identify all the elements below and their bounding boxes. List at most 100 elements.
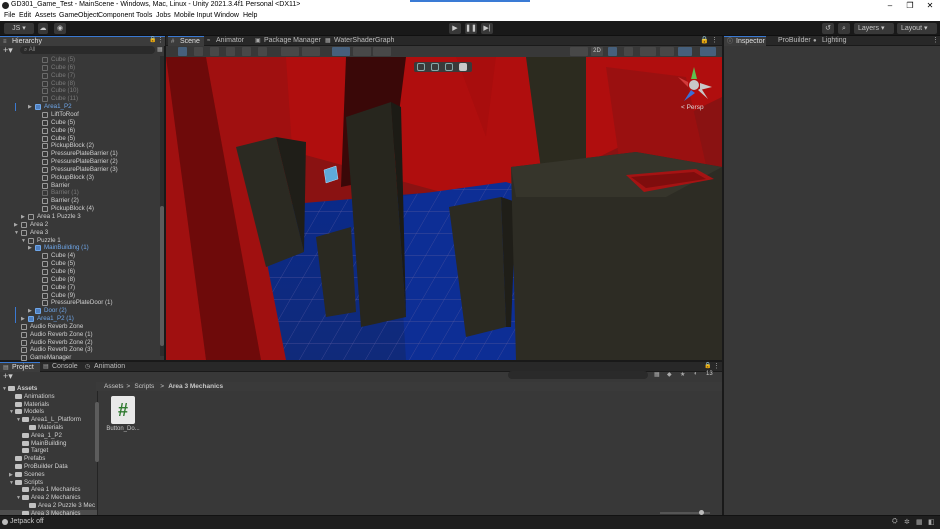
hierarchy-row[interactable]: Barrier [0,182,160,190]
menu-gameobject[interactable]: GameObject [59,12,98,19]
hierarchy-row[interactable]: Cube (7) [0,284,160,292]
project-folder-row[interactable]: Materials [0,401,97,409]
hierarchy-row[interactable]: ▼ Area 3 [0,229,160,237]
breadcrumb-item[interactable]: Assets [104,382,124,391]
hierarchy-scrollbar[interactable] [160,56,164,356]
collab-icon[interactable]: ◉ [54,23,66,34]
toggle-2d-button[interactable]: 2D [591,47,603,56]
project-folder-row[interactable]: ▶ Scenes [0,471,97,479]
gizmos-dropdown[interactable] [700,47,716,56]
hierarchy-row[interactable]: ▶ Area1_P2 [0,103,160,112]
hierarchy-row[interactable]: Audio Reverb Zone (1) [0,331,160,339]
hierarchy-row[interactable]: PressurePlateBarrier (3) [0,166,160,174]
search-by-label-icon[interactable]: ◆ [667,371,672,378]
favorites-icon[interactable]: ★ [680,371,685,378]
rect-tool-icon[interactable] [242,47,251,56]
expand-arrow-icon[interactable]: ▶ [21,315,25,323]
draw-mode-dropdown[interactable] [570,47,588,56]
tab-inspector-2[interactable]: ● Lighting [810,36,860,46]
global-dropdown[interactable] [302,47,320,56]
breadcrumb-item[interactable]: Scripts [134,382,154,391]
status-message[interactable]: Jetpack off [10,518,44,525]
move-tool-icon[interactable] [194,47,203,56]
folder-expand-arrow-icon[interactable]: ▶ [9,471,13,479]
asset-item[interactable]: # Button_Do... [106,396,140,432]
folder-expand-arrow-icon[interactable]: ▼ [2,385,7,393]
hierarchy-row[interactable]: PickupBlock (3) [0,174,160,182]
hidden-packages-icon[interactable]: ◐ [694,371,698,377]
transform-tool-icon[interactable] [258,47,267,56]
project-folder-row[interactable]: ▼ Models [0,408,97,416]
project-folder-row[interactable]: Area 2 Puzzle 3 Mec [0,502,97,510]
folder-expand-arrow-icon[interactable]: ▼ [16,494,21,502]
project-folder-row[interactable]: ▼ Area1_L_Platform [0,416,97,424]
overlay-tool-4-icon[interactable] [459,63,467,71]
search-icon[interactable]: ⌕ [838,23,850,34]
expand-arrow-icon[interactable]: ▶ [21,213,25,221]
menu-file[interactable]: File [4,12,15,19]
search-by-type-icon[interactable]: ▦ [654,371,660,378]
progress-icon[interactable]: ⛭ [892,518,898,526]
menu-assets[interactable]: Assets [35,12,56,19]
audio-toggle-icon[interactable] [624,47,633,56]
menu-jobs[interactable]: Jobs [156,12,171,19]
expand-arrow-icon[interactable]: ▶ [28,244,32,252]
project-kebab-icon[interactable]: ⋮ [713,362,720,370]
close-button[interactable]: ✕ [920,0,940,11]
minimize-button[interactable]: – [880,0,900,11]
tab-inspector-0[interactable]: ⓘ Inspector [724,36,766,46]
kebab-menu-icon[interactable]: ⋮ [157,36,164,44]
account-dropdown[interactable]: JS ▾ [4,23,34,34]
breadcrumb-item[interactable]: Area 3 Mechanics [168,382,223,391]
hierarchy-row[interactable]: Cube (10) [0,87,160,95]
scene-viewport[interactable]: < Persp [166,57,722,360]
perspective-label[interactable]: < Persp [681,104,704,111]
cache-icon[interactable]: ▦ [916,518,923,526]
play-button[interactable]: ▶ [449,23,461,34]
hierarchy-row[interactable]: LiftToRoof [0,111,160,119]
debug-icon[interactable]: ✲ [904,518,910,526]
hierarchy-row[interactable]: Barrier (2) [0,197,160,205]
menu-edit[interactable]: Edit [19,12,31,19]
project-folder-row[interactable]: ▼ Scripts [0,479,97,487]
menu-tools[interactable]: Tools [136,12,152,19]
project-search-input[interactable] [508,371,648,379]
folder-expand-arrow-icon[interactable]: ▼ [9,408,14,416]
hierarchy-row[interactable]: PressurePlateBarrier (1) [0,150,160,158]
hierarchy-row[interactable]: ▶ Area1_P2 (1) [0,315,160,324]
hierarchy-row[interactable]: Audio Reverb Zone [0,323,160,331]
hierarchy-row[interactable]: PressurePlateBarrier (2) [0,158,160,166]
project-folder-row[interactable]: Animations [0,393,97,401]
hand-tool-icon[interactable] [178,47,187,56]
camera-dropdown[interactable] [678,47,692,56]
grid-snap-dropdown[interactable] [332,47,350,56]
menu-help[interactable]: Help [243,12,257,19]
create-asset-button[interactable]: +▾ [3,371,13,382]
tab-project-1[interactable]: ▤ Console [40,362,82,372]
filter-icon[interactable]: ▦ [157,46,163,53]
effects-dropdown[interactable] [640,47,656,56]
cloud-icon[interactable]: ☁ [38,23,48,34]
scale-tool-icon[interactable] [226,47,235,56]
project-folder-row[interactable]: Area 1 Mechanics [0,486,97,494]
hierarchy-row[interactable]: Cube (5) [0,135,160,143]
probuilder-dropdown[interactable] [373,47,391,56]
hierarchy-row[interactable]: ▼ Puzzle 1 [0,237,160,245]
hierarchy-row[interactable]: ▶ MainBuilding (1) [0,244,160,252]
tab-inspector-1[interactable]: ProBuilder [766,36,811,46]
overlay-tool-3-icon[interactable] [445,63,453,71]
hierarchy-row[interactable]: Audio Reverb Zone (2) [0,339,160,347]
hierarchy-row[interactable]: PickupBlock (4) [0,205,160,213]
expand-arrow-icon[interactable]: ▼ [14,229,19,237]
hierarchy-row[interactable]: PickupBlock (2) [0,142,160,150]
hierarchy-row[interactable]: Cube (8) [0,80,160,88]
hierarchy-row[interactable]: Cube (9) [0,292,160,300]
pivot-dropdown[interactable] [281,47,299,56]
expand-arrow-icon[interactable]: ▶ [28,307,32,315]
layers-dropdown[interactable]: Layers ▾ [854,23,894,34]
hierarchy-scroll-thumb[interactable] [160,206,164,346]
project-folder-row[interactable]: Area_1_P2 [0,432,97,440]
hierarchy-row[interactable]: Barrier (1) [0,189,160,197]
hierarchy-row[interactable]: Cube (4) [0,252,160,260]
hierarchy-row[interactable]: Cube (6) [0,268,160,276]
